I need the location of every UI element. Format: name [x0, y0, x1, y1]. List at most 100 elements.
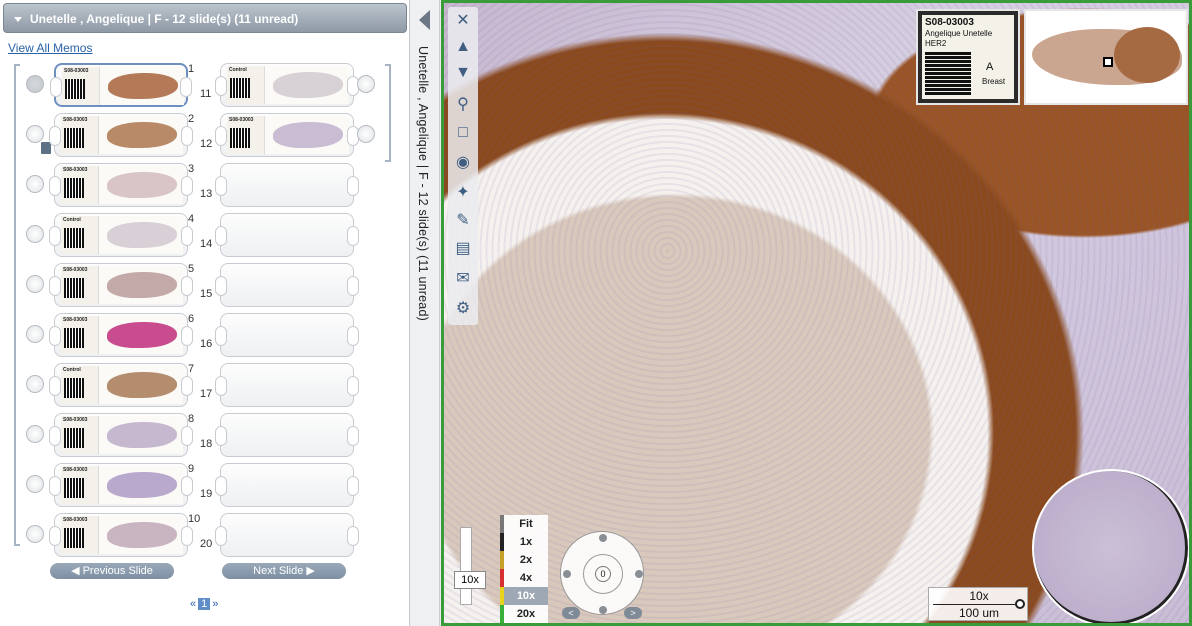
collapse-left-icon[interactable] [419, 10, 430, 30]
pan-down-dot[interactable] [599, 606, 607, 614]
pencil-icon[interactable]: ✎ [453, 211, 473, 231]
slide-thumbnail[interactable]: S08-03003 [61, 166, 183, 204]
slide-slot[interactable] [215, 463, 359, 507]
next-slide-button[interactable]: Next Slide ▶ [222, 563, 346, 579]
view-all-memos-link[interactable]: View All Memos [8, 41, 92, 55]
comment-icon[interactable]: ✉ [453, 269, 473, 289]
slide-slot[interactable] [215, 363, 359, 407]
collapsed-case-tab[interactable]: Unetelle , Angelique | F - 12 slide(s) (… [411, 0, 440, 626]
collapse-icon[interactable] [14, 17, 22, 23]
next-down-icon[interactable]: ▼ [453, 63, 473, 83]
slide-slot[interactable]: S08-03003 [49, 413, 193, 457]
slide-thumbnail[interactable]: S08-03003 [61, 316, 183, 354]
slide-thumbnail[interactable]: Control [61, 216, 183, 254]
region-select-icon[interactable]: □ [453, 123, 473, 143]
slide-select-radio[interactable] [26, 475, 44, 493]
case-header[interactable]: Unetelle , Angelique | F - 12 slide(s) (… [3, 3, 407, 33]
slide-slot[interactable]: S08-03003 [49, 463, 193, 507]
slide-thumb-case: Control [229, 67, 247, 73]
slide-thumb-tissue [108, 73, 178, 99]
slide-select-radio[interactable] [26, 425, 44, 443]
zoom-level-button[interactable]: 1x [500, 533, 548, 551]
scale-bar-line [933, 604, 1017, 605]
zoom-level-button[interactable]: 4x [500, 569, 548, 587]
zoom-level-button[interactable]: 20x [500, 605, 548, 623]
previous-slide-button[interactable]: ◀ Previous Slide [50, 563, 174, 579]
slide-thumbnail[interactable]: S08-03003 [62, 67, 184, 105]
slide-slot[interactable] [215, 213, 359, 257]
zoom-current-value: 10x [454, 571, 486, 589]
slide-select-radio[interactable] [26, 525, 44, 543]
magnifier-lens[interactable] [1032, 469, 1189, 623]
slide-slot[interactable]: S08-03003 [49, 113, 193, 157]
slide-thumb-label: S08-03003 [61, 266, 99, 304]
slide-thumb-tissue [273, 72, 343, 98]
slide-number: 11 [200, 88, 212, 100]
zoom-level-button[interactable]: 2x [500, 551, 548, 569]
pan-rotate-wheel[interactable]: 0 [560, 531, 644, 615]
slide-slot[interactable]: S08-03003 [49, 313, 193, 357]
overview-viewport-box[interactable] [1103, 57, 1113, 67]
pager-current[interactable]: 1 [198, 598, 211, 610]
slide-slot[interactable]: S08-03003 [50, 63, 192, 107]
camera-icon[interactable]: ◉ [453, 153, 473, 173]
settings-gear-icon[interactable]: ⚙ [453, 299, 473, 319]
slide-select-radio[interactable] [357, 75, 375, 93]
zoom-level-button[interactable]: Fit [500, 515, 548, 533]
slide-select-radio[interactable] [26, 125, 44, 143]
rotate-right-button[interactable]: > [624, 607, 642, 619]
slide-thumbnail[interactable]: Control [61, 366, 183, 404]
slide-slot[interactable]: Control [215, 63, 359, 107]
slide-thumb-case: S08-03003 [63, 517, 88, 523]
slide-slot[interactable]: S08-03003 [215, 113, 359, 157]
slide-number: 13 [200, 188, 213, 200]
slide-thumbnail[interactable]: S08-03003 [61, 416, 183, 454]
slide-thumb-case: Control [63, 367, 81, 373]
slide-slot[interactable]: S08-03003 [49, 513, 193, 557]
zoom-level-button[interactable]: 10x [500, 587, 548, 605]
slide-number: 3 [188, 163, 195, 175]
magnify-icon[interactable]: ⚲ [453, 95, 473, 115]
slide-slot[interactable]: S08-03003 [49, 263, 193, 307]
slide-label-preview: S08-03003 Angelique Unetelle HER2 A Brea… [916, 9, 1020, 105]
slide-viewer[interactable]: ✕ ▲ ▼ ⚲ □ ◉ ✦ ✎ ▤ ✉ ⚙ S08-03003 Angeliqu… [441, 0, 1192, 626]
close-icon[interactable]: ✕ [453, 11, 473, 31]
slide-thumbnail[interactable]: S08-03003 [61, 116, 183, 154]
zoom-slider[interactable] [460, 527, 472, 605]
slide-select-radio[interactable] [26, 175, 44, 193]
slide-number: 10 [188, 513, 201, 525]
slide-thumbnail[interactable]: S08-03003 [61, 466, 183, 504]
pan-up-dot[interactable] [599, 534, 607, 542]
slide-select-radio[interactable] [26, 75, 44, 93]
slide-thumb-case: S08-03003 [229, 117, 254, 123]
compare-icon[interactable]: ▤ [453, 239, 473, 259]
slide-select-radio[interactable] [357, 125, 375, 143]
slide-thumbnail[interactable]: S08-03003 [227, 116, 349, 154]
slide-slot[interactable]: Control [49, 213, 193, 257]
slide-slot[interactable] [215, 313, 359, 357]
pan-left-dot[interactable] [563, 570, 571, 578]
slide-select-radio[interactable] [26, 375, 44, 393]
slide-select-radio[interactable] [26, 325, 44, 343]
slide-slot[interactable] [215, 513, 359, 557]
slide-thumbnail[interactable]: S08-03003 [61, 516, 183, 554]
slide-slot[interactable] [215, 413, 359, 457]
slide-select-radio[interactable] [26, 275, 44, 293]
slide-slot[interactable]: Control [49, 363, 193, 407]
rotate-left-button[interactable]: < [562, 607, 580, 619]
case-panel: Unetelle , Angelique | F - 12 slide(s) (… [0, 0, 410, 626]
slide-slot[interactable] [215, 163, 359, 207]
previous-up-icon[interactable]: ▲ [453, 37, 473, 57]
slide-select-radio[interactable] [26, 225, 44, 243]
slide-slot[interactable] [215, 263, 359, 307]
pan-right-dot[interactable] [635, 570, 643, 578]
pager-prev[interactable]: « [190, 598, 196, 610]
slide-thumbnail[interactable]: S08-03003 [61, 266, 183, 304]
pin-icon[interactable]: ✦ [453, 183, 473, 203]
pager-next[interactable]: » [212, 598, 218, 610]
slide-overview-map[interactable] [1024, 9, 1188, 105]
slide-thumb-tissue [273, 122, 343, 148]
slide-thumb-label: S08-03003 [61, 466, 99, 504]
slide-slot[interactable]: S08-03003 [49, 163, 193, 207]
slide-thumbnail[interactable]: Control [227, 66, 349, 104]
